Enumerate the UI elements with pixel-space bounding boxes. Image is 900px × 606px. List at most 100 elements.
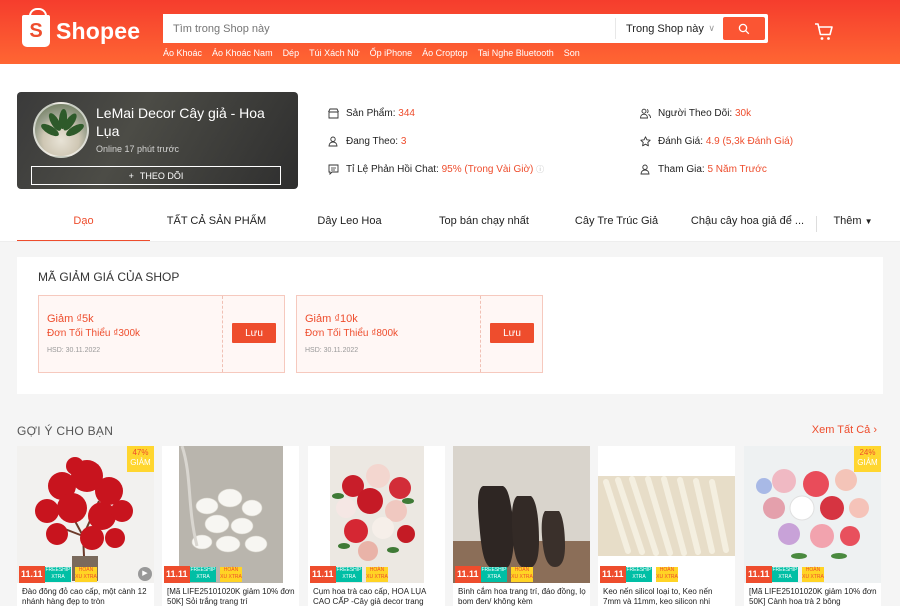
stat-value: 344 [398,108,415,119]
user-check-icon [640,164,650,175]
cart-icon [815,23,833,40]
tabs-divider [0,241,900,242]
stat-label: Người Theo Dõi: [658,108,733,119]
quick-link[interactable]: Áo Khoác [163,48,202,58]
shop-icon [328,108,339,119]
product-card[interactable]: 11.11 FREESHIP XTRA HOÀN XU XTRA [Mã LIF… [162,446,299,606]
stat-followers: Người Theo Dõi: 30k [640,108,751,119]
tab-divider [816,216,817,232]
shop-name: LeMai Decor Cây giả - Hoa Lụa [96,105,265,139]
tab-bamboo[interactable]: Cây Tre Trúc Giả [552,206,681,242]
tab-climbing-flowers[interactable]: Dây Leo Hoa [283,206,416,242]
chat-icon [328,164,339,175]
tab-all-products[interactable]: TẤT CẢ SẢN PHẨM [150,206,283,242]
save-voucher-button[interactable]: Lưu [490,323,534,343]
stat-following: Đang Theo: 3 [328,136,406,147]
see-all-link[interactable]: Xem Tất Cả › [812,424,877,436]
sale-badge: 11.11 [19,566,45,583]
tab-dao[interactable]: Dạo [17,206,150,242]
tab-more[interactable]: Thêm ▼ [823,206,883,242]
quick-link[interactable]: Son [564,48,580,58]
product-image: 47% GIẢM [17,446,154,583]
quick-link[interactable]: Áo Khoác Nam [212,48,273,58]
search-button[interactable] [723,17,765,40]
chevron-down-icon: ∨ [708,23,715,33]
voucher-divider [222,296,223,372]
stat-label: Tỉ Lệ Phản Hồi Chat: [346,164,439,175]
product-card[interactable]: 24% GIẢM 11.11 FREESHIP XTRA HOÀN XU XTRA… [744,446,881,606]
shop-tabs: Dạo TẤT CẢ SẢN PHẨM Dây Leo Hoa Top bán … [0,206,900,242]
voucher-expiry: HSD: 30.11.2022 [305,347,359,354]
discount-label: GIẢM [857,458,878,467]
voucher-min-order: Đơn Tối Thiểu ₫800k [305,328,399,339]
shop-avatar[interactable] [33,102,89,158]
product-name: Keo nến silicol loại to, Keo nến 7mm và … [603,587,713,606]
tab-more-label: Thêm [833,215,862,227]
quick-links: Áo Khoác Áo Khoác Nam Dép Túi Xách Nữ Ốp… [163,48,580,58]
discount-badge: 24% GIẢM [854,446,881,472]
shop-card: LeMai Decor Cây giả - Hoa Lụa Online 17 … [17,92,298,189]
freeship-badge: FREESHIP XTRA [336,567,362,582]
stat-rating: Đánh Giá: 4.9 (5,3k Đánh Giá) [640,136,793,147]
discount-percent: 24% [859,448,876,457]
promo-badges: 11.11 FREESHIP XTRA HOÀN XU XTRA [744,566,881,583]
stat-value: 4.9 (5,3k Đánh Giá) [705,136,794,147]
shopee-bag-icon: S [22,8,50,47]
stat-label: Đang Theo: [346,136,399,147]
coin-badge: HOÀN XU XTRA [511,567,533,582]
freeship-badge: FREESHIP XTRA [626,567,652,582]
product-photo [162,446,299,583]
coin-badge: HOÀN XU XTRA [802,567,824,582]
discount-label: GIẢM [130,458,151,467]
tab-pot-plants[interactable]: Chậu cây hoa giả để ... [681,206,814,242]
search-input[interactable] [163,14,615,43]
product-image [162,446,299,583]
product-image [453,446,590,583]
product-card[interactable]: 11.11 FREESHIP XTRA HOÀN XU XTRA Keo nến… [598,446,735,606]
cart-button[interactable] [814,22,834,45]
search-scope-select[interactable]: Trong Shop này ∨ [615,18,723,39]
voucher-card: Giảm ₫5k Đơn Tối Thiểu ₫300k HSD: 30.11.… [38,295,285,373]
stat-value: 5 Năm Trước [707,164,767,175]
quick-link[interactable]: Tai Nghe Bluetooth [478,48,554,58]
stat-label: Sản Phẩm: [346,108,396,119]
see-all-label: Xem Tất Cả [811,424,871,436]
stat-label: Tham Gia: [658,164,705,175]
promo-badges: 11.11 FREESHIP XTRA HOÀN XU XTRA ▶ [17,566,154,583]
coin-badge: HOÀN XU XTRA [656,567,678,582]
tab-best-sellers[interactable]: Top bán chạy nhất [416,206,552,242]
freeship-badge: FREESHIP XTRA [45,567,71,582]
save-voucher-button[interactable]: Lưu [232,323,276,343]
chevron-right-icon: › [873,424,877,436]
voucher-card: Giảm ₫10k Đơn Tối Thiểu ₫800k HSD: 30.11… [296,295,543,373]
product-name: Cụm hoa trà cao cấp, HOA LỤA CAO CẤP -Câ… [313,587,426,606]
stat-value: 30k [735,108,752,119]
quick-link[interactable]: Túi Xách Nữ [309,48,360,58]
product-photo [598,446,735,583]
plus-icon: + [128,170,134,181]
play-icon: ▶ [138,567,152,581]
voucher-discount: Giảm ₫10k [305,313,358,325]
product-card[interactable]: 47% GIẢM 11.11 FREESHIP XTRA HOÀN XU XTRA… [17,446,154,606]
quick-link[interactable]: Ốp iPhone [370,48,413,58]
product-card[interactable]: 11.11 FREESHIP XTRA HOÀN XU XTRA Cụm hoa… [308,446,445,606]
stat-chat: Tỉ Lệ Phản Hồi Chat: 95% (Trong Vài Giờ)… [328,164,544,175]
sale-badge: 11.11 [310,566,336,583]
info-icon[interactable]: ⓘ [536,165,544,174]
sale-badge: 11.11 [600,566,626,583]
shopee-logo[interactable]: S Shopee [22,8,141,49]
freeship-badge: FREESHIP XTRA [190,567,216,582]
follow-button[interactable]: + THEO DÕI [31,166,281,185]
coin-badge: HOÀN XU XTRA [75,567,97,582]
quick-link[interactable]: Dép [283,48,300,58]
voucher-discount: Giảm ₫5k [47,313,94,325]
product-photo [453,446,590,583]
product-card[interactable]: 11.11 FREESHIP XTRA HOÀN XU XTRA Bình cắ… [453,446,590,606]
discount-badge: 47% GIẢM [127,446,154,472]
online-status: Online 17 phút trước [96,144,179,154]
quick-link[interactable]: Áo Croptop [422,48,468,58]
freeship-badge: FREESHIP XTRA [772,567,798,582]
search-scope-label: Trong Shop này [626,22,704,35]
voucher-expiry: HSD: 30.11.2022 [47,347,101,354]
logo-text: Shopee [56,17,141,44]
